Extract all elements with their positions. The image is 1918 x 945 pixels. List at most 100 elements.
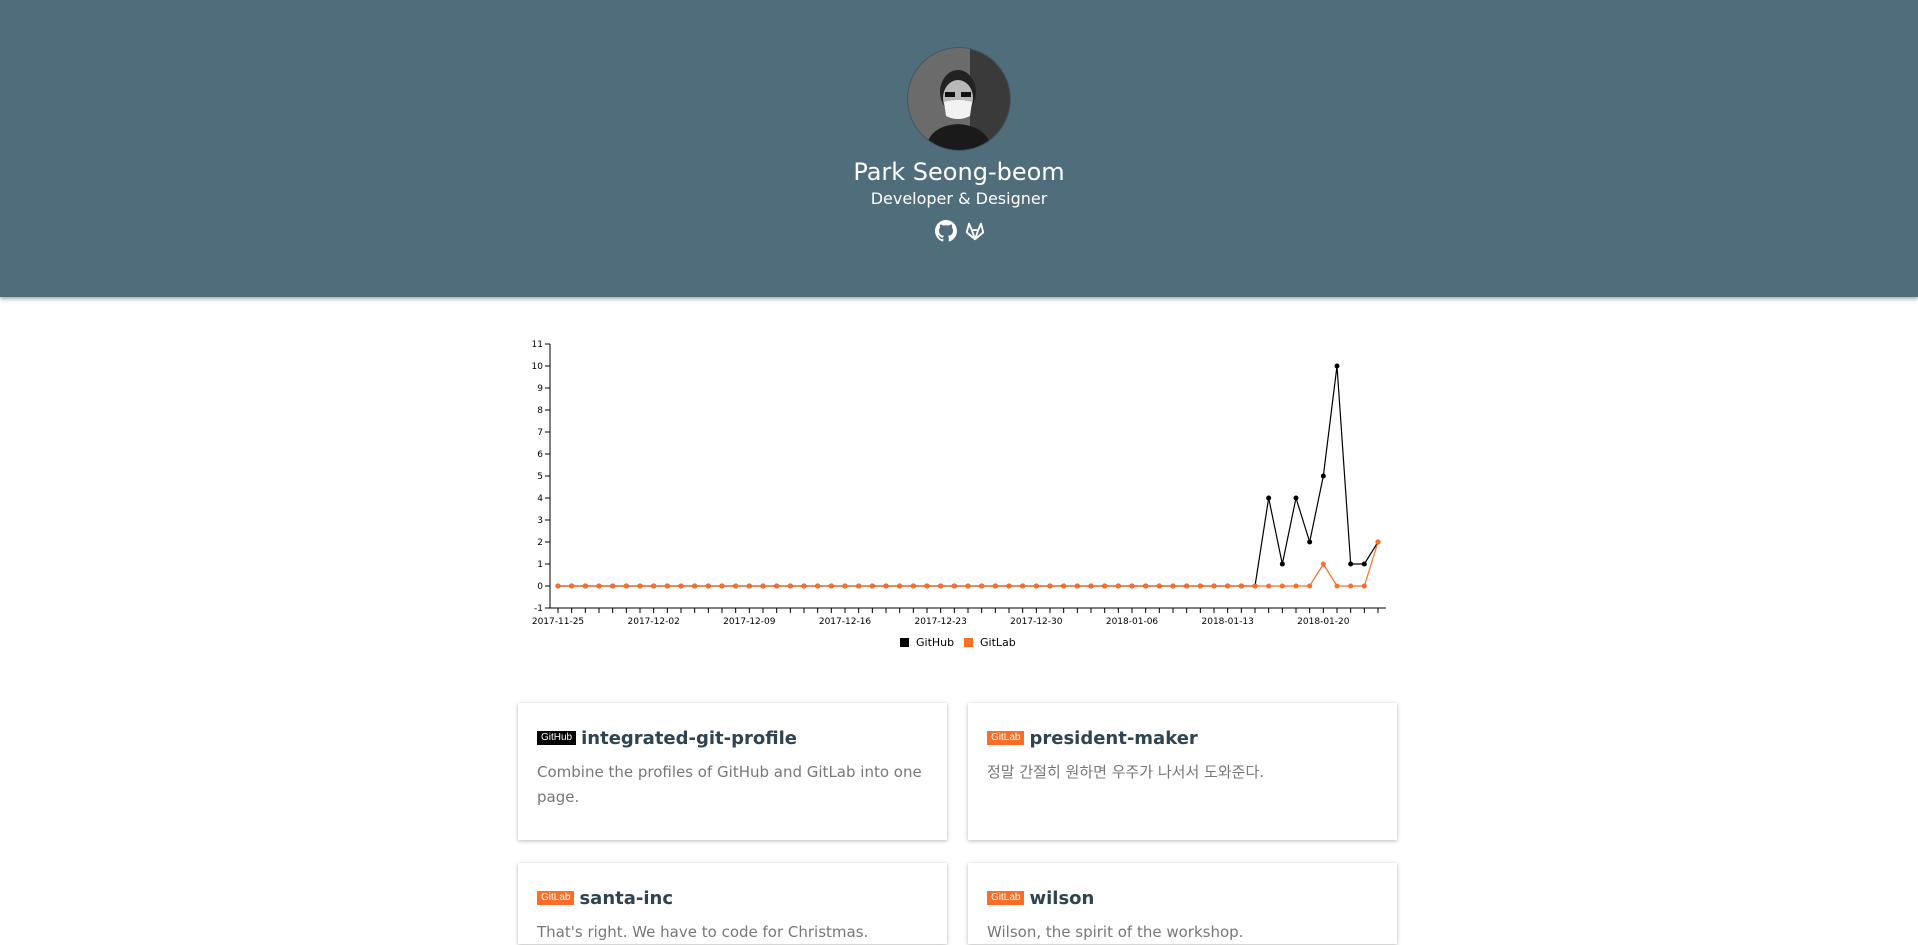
data-point-gitlab (1375, 539, 1381, 545)
data-point-gitlab (582, 583, 588, 589)
x-tick-label: 2017-12-16 (819, 617, 872, 627)
repo-description: Wilson, the spirit of the workshop. (987, 923, 1244, 941)
data-point-gitlab (1266, 583, 1272, 589)
data-point-github (1334, 363, 1340, 369)
data-point-gitlab (1170, 583, 1176, 589)
data-point-gitlab (1143, 583, 1149, 589)
repo-card[interactable]: GitHub integrated-git-profile Combine th… (518, 703, 947, 840)
profile-name: Park Seong-beom (853, 158, 1065, 186)
data-point-gitlab (1307, 583, 1313, 589)
data-point-github (1293, 495, 1299, 501)
repo-card[interactable]: GitLab santa-inc That's right. We have t… (518, 863, 947, 944)
repo-name-link[interactable]: wilson (1029, 888, 1094, 909)
data-point-gitlab (705, 583, 711, 589)
y-tick-label: 1 (537, 560, 543, 570)
data-point-gitlab (733, 583, 739, 589)
repo-description: Combine the profiles of GitHub and GitLa… (537, 763, 922, 806)
source-badge: GitLab (987, 891, 1025, 905)
data-point-gitlab (1197, 583, 1203, 589)
data-point-gitlab (1279, 583, 1285, 589)
y-tick-label: 5 (537, 472, 543, 482)
data-point-gitlab (692, 583, 698, 589)
y-tick-label: 2 (537, 538, 543, 548)
data-point-gitlab (1320, 561, 1326, 567)
data-point-gitlab (1047, 583, 1053, 589)
repo-name-link[interactable]: integrated-git-profile (581, 728, 797, 749)
data-point-gitlab (637, 583, 643, 589)
data-point-gitlab (938, 583, 944, 589)
y-tick-label: 4 (537, 494, 543, 504)
y-tick-label: 3 (537, 516, 543, 526)
repo-description: 정말 간절히 원하면 우주가 나서서 도와준다. (987, 763, 1265, 781)
series-lines (558, 365, 1379, 587)
source-badge: GitHub (537, 731, 577, 745)
contribution-chart: -1 0 1 2 3 4 5 6 7 8 9 10 11 2017-11-25 2017-12-02 201… (520, 330, 1400, 660)
y-tick-label: -1 (534, 604, 543, 614)
data-point-gitlab (1348, 583, 1354, 589)
avatar-photo (908, 48, 1010, 150)
legend-swatch-gitlab (964, 638, 973, 647)
x-axis: 2017-11-25 2017-12-02 2017-12-09 2017-12-16… (532, 607, 1386, 627)
x-tick-label: 2018-01-13 (1202, 617, 1254, 627)
data-point-gitlab (924, 583, 930, 589)
data-point-github (1307, 539, 1313, 545)
repo-description: That's right. We have to code for Christ… (537, 923, 869, 941)
series-points (555, 363, 1381, 589)
data-point-gitlab (1334, 583, 1340, 589)
data-point-gitlab (651, 583, 657, 589)
data-point-github (1266, 495, 1272, 501)
data-point-gitlab (555, 583, 561, 589)
data-point-gitlab (787, 583, 793, 589)
x-tick-label: 2017-12-09 (723, 617, 776, 627)
series-line-github (558, 365, 1379, 587)
legend-label-gitlab: GitLab (980, 636, 1016, 649)
data-point-gitlab (1006, 583, 1012, 589)
data-point-gitlab (596, 583, 602, 589)
profile-header: Park Seong-beom Developer & Designer (0, 0, 1918, 297)
github-icon[interactable] (934, 220, 958, 244)
y-tick-label: 11 (532, 340, 543, 350)
contribution-chart-svg: -101234567891011 2017-11-25 2017-12-02 201… (532, 340, 1386, 649)
data-point-gitlab (623, 583, 629, 589)
data-point-gitlab (1033, 583, 1039, 589)
data-point-github (1320, 473, 1326, 479)
repo-card[interactable]: GitLab wilson Wilson, the spirit of the … (968, 863, 1397, 944)
data-point-gitlab (610, 583, 616, 589)
data-point-gitlab (1293, 583, 1299, 589)
data-point-gitlab (951, 583, 957, 589)
y-axis: -1 0 1 2 3 4 5 6 7 8 9 10 11 (532, 340, 551, 614)
y-tick-label: 8 (537, 406, 543, 416)
series-line-gitlab (558, 541, 1379, 587)
source-badge: GitLab (987, 731, 1025, 745)
y-tick-label: 0 (537, 582, 543, 592)
data-point-gitlab (1129, 583, 1135, 589)
data-point-gitlab (1238, 583, 1244, 589)
data-point-github (1361, 561, 1367, 567)
data-point-gitlab (719, 583, 725, 589)
data-point-github (1279, 561, 1285, 567)
profile-subtitle: Developer & Designer (870, 189, 1048, 208)
data-point-gitlab (746, 583, 752, 589)
data-point-gitlab (1074, 583, 1080, 589)
data-point-gitlab (760, 583, 766, 589)
data-point-github (1348, 561, 1354, 567)
data-point-gitlab (1156, 583, 1162, 589)
data-point-gitlab (815, 583, 821, 589)
source-badge: GitLab (537, 891, 575, 905)
data-point-gitlab (1184, 583, 1190, 589)
social-links (932, 220, 988, 246)
y-tick-label: 6 (537, 450, 543, 460)
data-point-gitlab (897, 583, 903, 589)
data-point-gitlab (869, 583, 875, 589)
data-point-gitlab (801, 583, 807, 589)
gitlab-icon[interactable] (963, 220, 987, 244)
data-point-gitlab (774, 583, 780, 589)
y-tick-label: 9 (537, 384, 543, 394)
data-point-gitlab (979, 583, 985, 589)
repo-name-link[interactable]: santa-inc (579, 888, 673, 909)
repo-name-link[interactable]: president-maker (1029, 728, 1197, 749)
data-point-gitlab (678, 583, 684, 589)
repo-card[interactable]: GitLab president-maker 정말 간절히 원하면 우주가 나서… (968, 703, 1397, 840)
data-point-gitlab (1252, 583, 1258, 589)
data-point-gitlab (664, 583, 670, 589)
